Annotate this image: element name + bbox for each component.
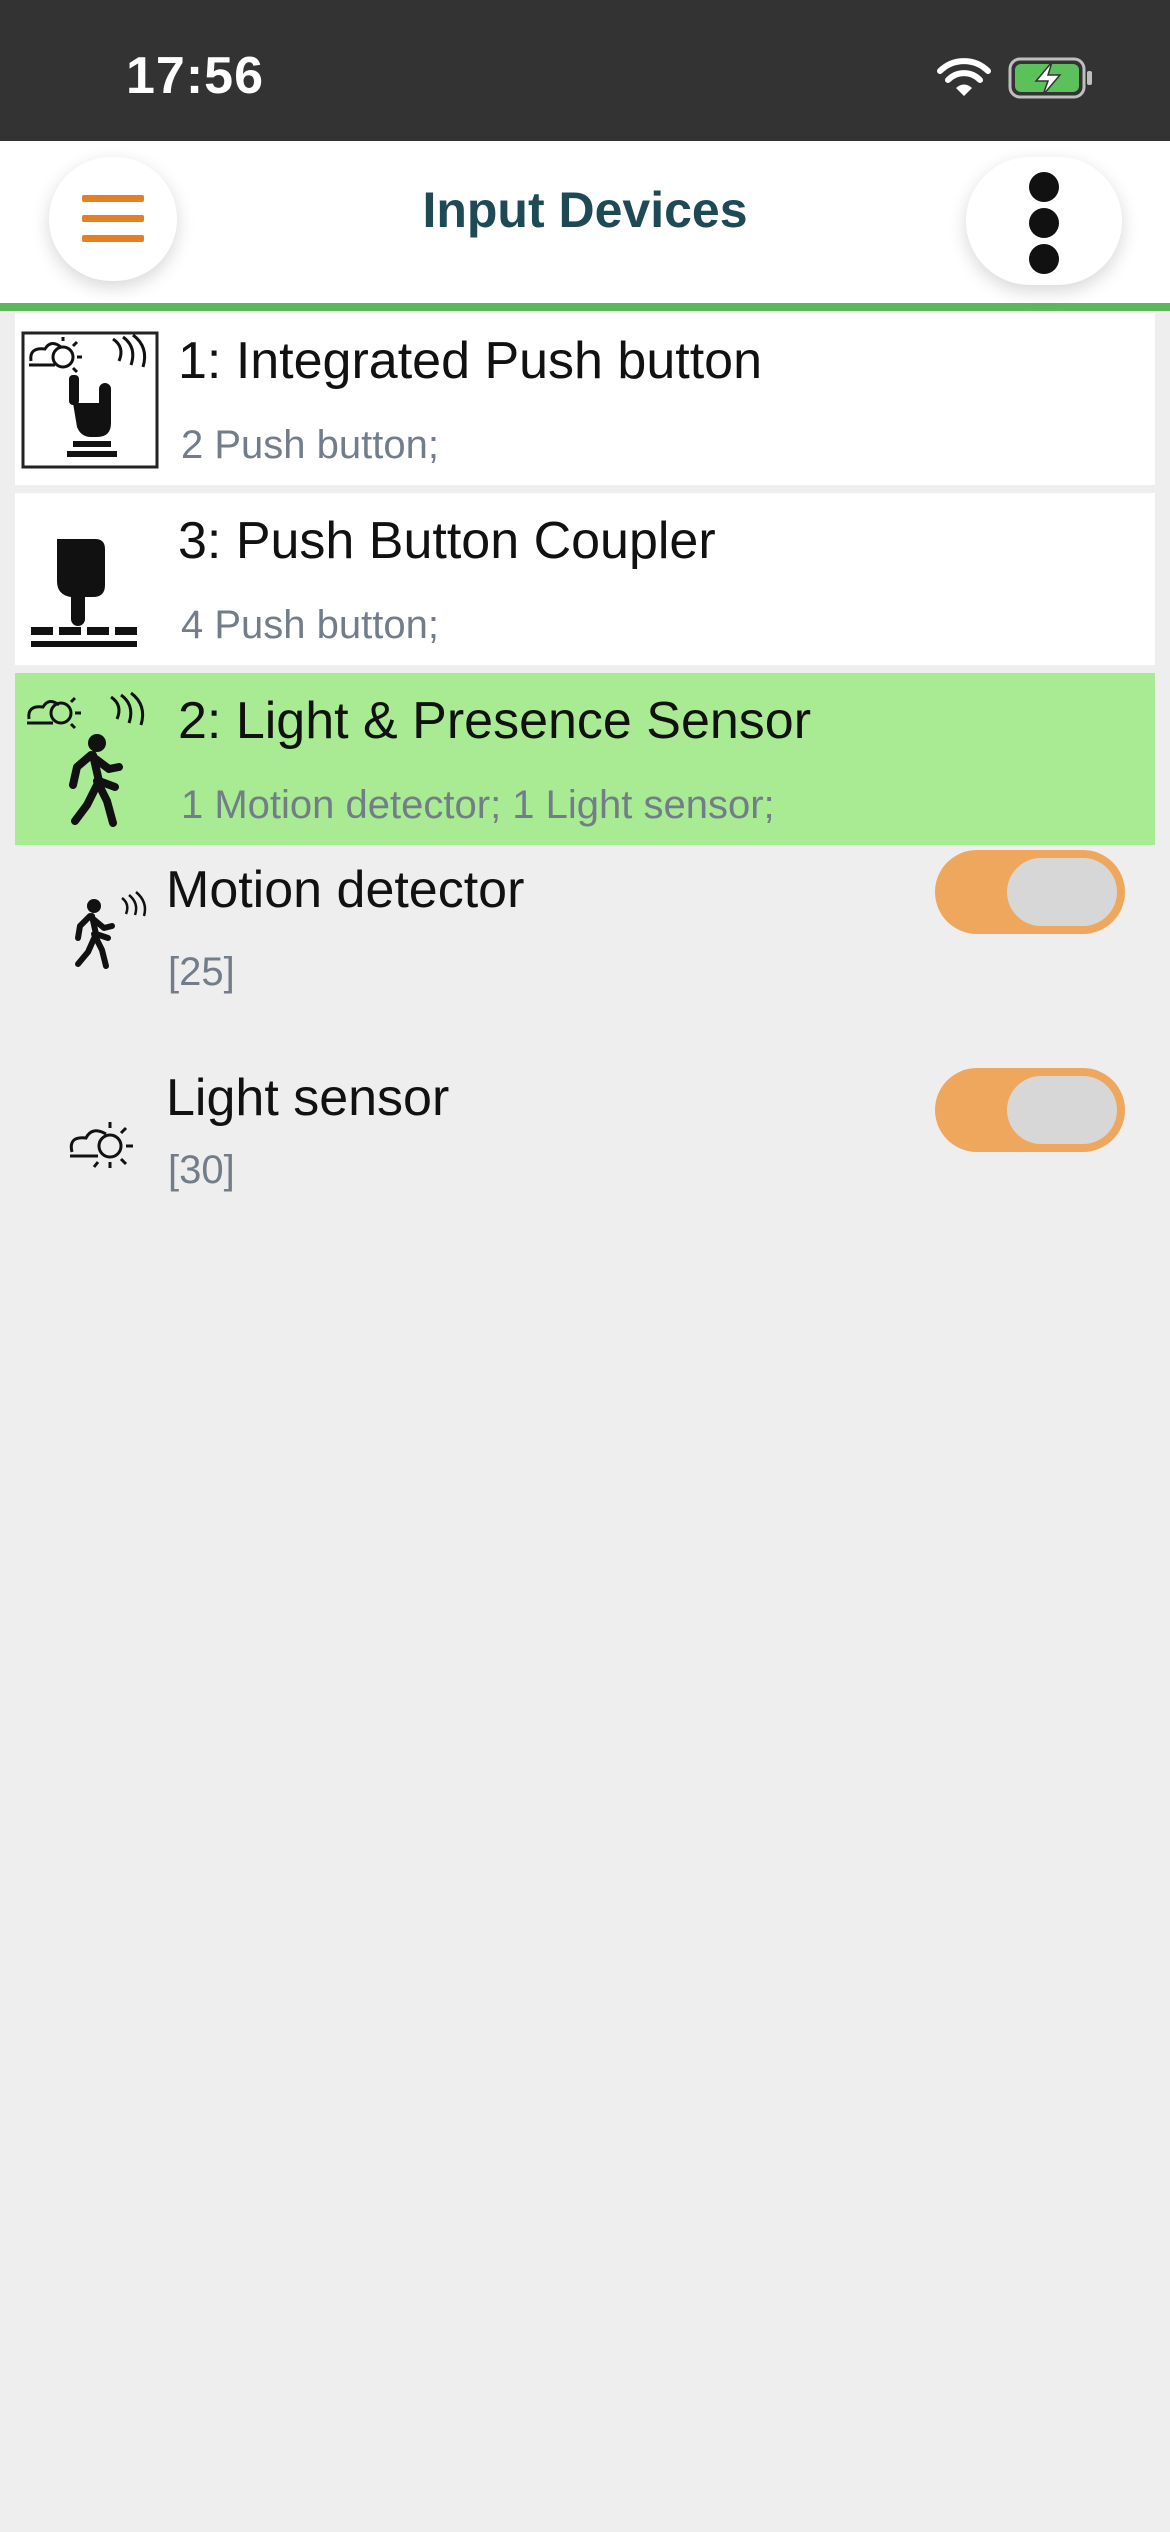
integrated-push-button-icon bbox=[21, 331, 159, 469]
channel-id: [30] bbox=[168, 1148, 235, 1192]
channel-row-light-sensor[interactable]: Light sensor [30] bbox=[0, 1068, 1170, 1258]
push-button-coupler-icon bbox=[31, 539, 137, 647]
app-header: Input Devices bbox=[0, 141, 1170, 311]
channel-row-motion-detector[interactable]: Motion detector [25] bbox=[0, 850, 1170, 1040]
motion-detector-icon bbox=[75, 891, 147, 969]
status-bar: 17:56 bbox=[0, 0, 1170, 141]
channel-id: [25] bbox=[168, 950, 235, 994]
light-sensor-icon bbox=[69, 1122, 133, 1168]
battery-charging-icon bbox=[1008, 57, 1092, 99]
device-subtitle: 2 Push button; bbox=[181, 423, 439, 467]
wifi-icon bbox=[937, 58, 991, 96]
toggle-knob bbox=[1007, 1076, 1117, 1144]
channel-title: Motion detector bbox=[166, 861, 525, 919]
device-row-light-presence-sensor[interactable]: 2: Light & Presence Sensor 1 Motion dete… bbox=[15, 673, 1155, 845]
device-title: 3: Push Button Coupler bbox=[178, 512, 716, 570]
toggle-knob bbox=[1007, 858, 1117, 926]
device-row-integrated-push-button[interactable]: 1: Integrated Push button 2 Push button; bbox=[15, 313, 1155, 485]
status-time: 17:56 bbox=[126, 47, 264, 105]
more-options-button[interactable] bbox=[966, 157, 1122, 285]
device-subtitle: 1 Motion detector; 1 Light sensor; bbox=[181, 783, 775, 827]
light-sensor-toggle[interactable] bbox=[935, 1068, 1125, 1152]
channel-title: Light sensor bbox=[166, 1069, 450, 1127]
light-presence-sensor-icon bbox=[27, 691, 145, 827]
device-subtitle: 4 Push button; bbox=[181, 603, 439, 647]
motion-detector-toggle[interactable] bbox=[935, 850, 1125, 934]
device-title: 2: Light & Presence Sensor bbox=[178, 692, 812, 750]
device-title: 1: Integrated Push button bbox=[178, 332, 762, 390]
device-row-push-button-coupler[interactable]: 3: Push Button Coupler 4 Push button; bbox=[15, 493, 1155, 665]
vertical-dots-icon bbox=[1029, 172, 1059, 274]
